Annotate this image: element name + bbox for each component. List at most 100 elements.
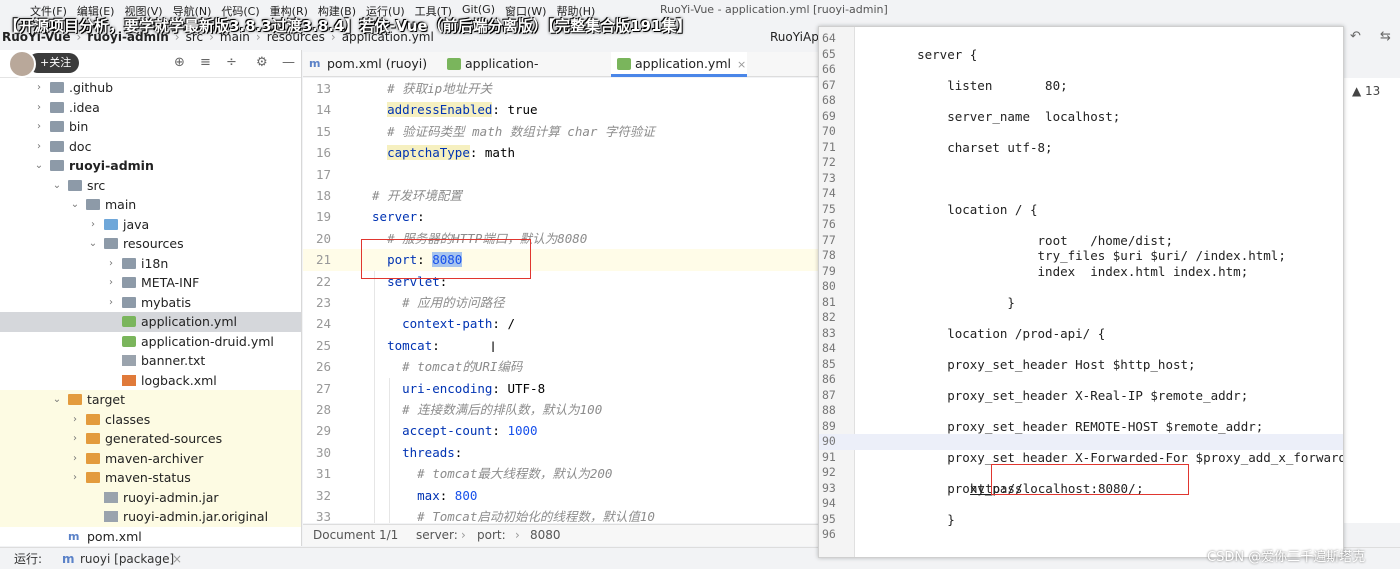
tree-item[interactable]: ⌄ target (0, 390, 301, 410)
close-tab-icon[interactable]: × (737, 58, 746, 71)
path-value[interactable]: 8080 (530, 525, 561, 546)
tree-item-label: .github (69, 80, 114, 95)
tree-item[interactable]: › .idea (0, 98, 301, 118)
editor-tab[interactable]: application-druid.yml× (441, 52, 609, 95)
tree-item-label: ruoyi-admin (69, 158, 154, 173)
tree-item[interactable]: › maven-archiver (0, 448, 301, 469)
source-folder-icon (104, 218, 118, 230)
chevron-right-icon[interactable]: › (70, 429, 80, 449)
maven-icon: m (68, 529, 80, 543)
tree-item-label: bin (69, 119, 89, 134)
locate-icon[interactable]: ⊕ (174, 55, 185, 70)
chevron-down-icon[interactable]: ⌄ (88, 234, 98, 254)
tree-item[interactable]: › META-INF (0, 273, 301, 293)
nginx-line: 70 (819, 124, 1343, 140)
chevron-right-icon[interactable]: › (34, 137, 44, 157)
chevron-right-icon[interactable]: › (70, 449, 80, 469)
warning-count[interactable]: ▲ 13 (1352, 84, 1380, 98)
chevron-down-icon[interactable]: ⌄ (52, 390, 62, 410)
tree-item-label: maven-status (105, 470, 191, 485)
tree-item[interactable]: ⌄ ruoyi-admin (0, 156, 301, 176)
chevron-down-icon[interactable]: ⌄ (52, 176, 62, 196)
close-icon[interactable]: × (172, 548, 182, 569)
tree-item[interactable]: logback.xml (0, 371, 301, 391)
line-number: 17 (315, 166, 331, 182)
tree-item[interactable]: ⌄ src (0, 176, 301, 196)
chevron-right-icon[interactable]: › (88, 215, 98, 235)
chevron-right-icon[interactable]: › (106, 293, 116, 313)
gear-icon[interactable]: ⚙ (256, 55, 268, 70)
tree-item[interactable]: ⌄ main (0, 195, 301, 215)
nginx-code-text: location / { (887, 201, 1038, 217)
chevron-right-icon[interactable]: › (34, 78, 44, 98)
nginx-code-text: index index.html index.htm; (887, 263, 1249, 279)
tree-item[interactable]: banner.txt (0, 351, 301, 371)
nginx-line: 85 proxy_set_header Host $http_host; (819, 357, 1343, 373)
tree-item-label: logback.xml (141, 372, 217, 388)
chevron-right-icon[interactable]: › (34, 98, 44, 118)
collapse-all-icon[interactable]: ≡ (200, 55, 211, 70)
avatar[interactable] (8, 50, 36, 78)
chevron-down-icon[interactable]: ⌄ (34, 156, 44, 176)
minimize-icon[interactable]: — (282, 55, 295, 70)
tree-item[interactable]: › classes (0, 409, 301, 430)
line-number: 86 (822, 372, 836, 386)
folder-icon (50, 82, 64, 93)
code-text: threads: (402, 444, 463, 460)
editor-tab[interactable]: m pom.xml (ruoyi) (303, 52, 439, 77)
line-number: 65 (822, 46, 836, 61)
line-number: 93 (822, 480, 836, 495)
chevron-right-icon[interactable]: › (70, 410, 80, 430)
tree-item[interactable]: ruoyi-admin.jar (0, 487, 301, 507)
path-server[interactable]: server: (416, 525, 458, 546)
tree-item[interactable]: ⌄ resources (0, 234, 301, 254)
translate-icon[interactable]: ⇆ (1380, 29, 1391, 44)
path-port[interactable]: port: (477, 525, 506, 546)
tree-item-label: src (87, 177, 106, 193)
code-editor[interactable]: 13 # 获取ip地址开关 14 addressEnabled: true 15 #… (303, 78, 821, 523)
port-annotation-box (361, 239, 531, 279)
tree-item[interactable]: ruoyi-admin.jar.original (0, 507, 301, 527)
line-number: 74 (822, 186, 836, 200)
tree-item[interactable]: › i18n (0, 254, 301, 274)
tree-item[interactable]: › generated-sources (0, 429, 301, 449)
tree-item[interactable]: › maven-status (0, 468, 301, 488)
line-number: 88 (822, 403, 836, 417)
code-line: 18 # 开发环境配置 (303, 185, 821, 206)
code-line: 19 server: (303, 206, 821, 227)
line-number: 30 (315, 444, 331, 460)
text-file-icon (122, 355, 136, 366)
line-number: 22 (315, 273, 331, 289)
tree-item[interactable]: › java (0, 215, 301, 235)
tree-item-label: classes (105, 411, 151, 427)
nginx-code-text: server { (887, 46, 978, 62)
nginx-line: 64 (819, 31, 1343, 47)
chevron-right-icon[interactable]: › (106, 254, 116, 274)
code-line: 25 tomcat: (303, 335, 821, 356)
chevron-down-icon[interactable]: ⌄ (70, 195, 80, 215)
tree-item[interactable]: › .github (0, 78, 301, 98)
chevron-right-icon[interactable]: › (34, 117, 44, 137)
nginx-line: 88 (819, 403, 1343, 419)
line-number: 67 (822, 77, 836, 92)
chevron-right-icon[interactable]: › (70, 468, 80, 488)
folder-icon (104, 238, 118, 249)
editor-tab[interactable]: application.yml × (611, 52, 747, 77)
jar-file-icon (104, 491, 118, 503)
indent-guide (374, 271, 375, 523)
undo-icon[interactable]: ↶ (1350, 29, 1361, 44)
tree-item[interactable]: application-druid.yml (0, 332, 301, 352)
tree-item[interactable]: › mybatis (0, 293, 301, 313)
tree-item[interactable]: m pom.xml (0, 527, 301, 547)
excluded-folder-icon (86, 472, 100, 483)
tree-item[interactable]: › doc (0, 137, 301, 157)
run-config-selector[interactable]: RuoYiAp (770, 30, 819, 44)
line-number: 76 (822, 217, 836, 231)
tree-item[interactable]: › bin (0, 117, 301, 137)
tree-item[interactable]: application.yml (0, 312, 301, 332)
expand-all-icon[interactable]: ÷ (226, 55, 237, 70)
nginx-line: 71 charset utf-8; (819, 140, 1343, 156)
chevron-right-icon[interactable]: › (106, 273, 116, 293)
folder-icon (50, 160, 64, 171)
run-target[interactable]: ruoyi [package] (80, 548, 174, 569)
